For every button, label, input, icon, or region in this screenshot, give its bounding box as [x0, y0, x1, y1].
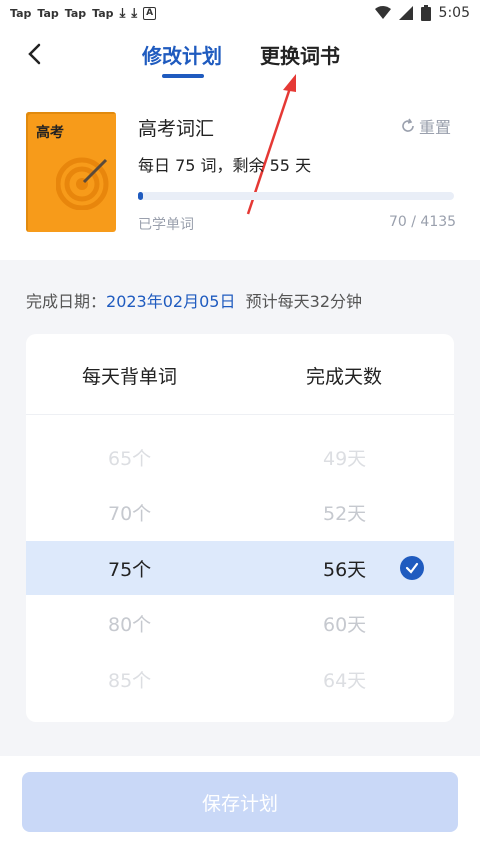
picker-row[interactable]: 80个 60天 — [26, 596, 454, 650]
selector-header: 每天背单词 完成天数 — [26, 334, 454, 415]
book-cover-label: 高考 — [36, 125, 64, 141]
notification-app-1: Tap — [10, 6, 32, 20]
signal-icon — [398, 6, 413, 20]
status-notifications: Tap Tap Tap Tap ⤓ ⤓ A — [10, 5, 157, 21]
estimate-text: 预计每天32分钟 — [245, 292, 363, 311]
daily-plan-text: 每日 75 词，剩余 55 天 — [138, 156, 312, 175]
picker-words: 65个 — [108, 447, 152, 470]
refresh-icon — [402, 118, 414, 132]
download-icon: ⤓ — [119, 5, 126, 21]
picker-row[interactable]: 85个 64天 — [26, 652, 454, 706]
status-system: 5:05 — [374, 5, 470, 21]
completion-date: 2023年02月05日 — [106, 292, 236, 311]
completion-info: 完成日期：2023年02月05日 预计每天32分钟 — [26, 288, 362, 312]
picker-days: 64天 — [323, 669, 367, 692]
learned-label: 已学单词 — [138, 217, 194, 233]
header-words-per-day: 每天背单词 — [82, 366, 178, 388]
picker-row[interactable]: 70个 52天 — [26, 485, 454, 539]
picker-row-selected[interactable]: 75个 56天 — [26, 541, 454, 595]
picker-words: 75个 — [108, 558, 152, 581]
reset-button[interactable]: 重置 — [400, 114, 451, 138]
status-bar: Tap Tap Tap Tap ⤓ ⤓ A 5:05 — [0, 0, 480, 26]
progress-fill — [138, 192, 144, 200]
picker-days: 52天 — [323, 502, 367, 525]
wordbook-title: 高考词汇 — [138, 118, 215, 140]
battery-icon — [420, 5, 431, 21]
notification-app-2: Tap — [37, 6, 59, 20]
plan-selector: 每天背单词 完成天数 65个 49天 70个 52天 75个 56天 80个 6… — [26, 334, 454, 722]
progress-bar — [138, 192, 454, 200]
a-icon: A — [143, 6, 157, 20]
wifi-icon — [374, 6, 391, 19]
picker-days: 49天 — [323, 447, 367, 470]
header-days: 完成天数 — [306, 366, 383, 388]
check-icon — [400, 556, 424, 580]
learned-count: 70 / 4135 — [389, 214, 457, 230]
status-time: 5:05 — [438, 5, 470, 21]
reset-label: 重置 — [419, 118, 452, 137]
book-cover[interactable]: 高考 — [26, 112, 116, 232]
notification-app-3: Tap — [64, 6, 87, 20]
picker-words: 80个 — [108, 613, 152, 636]
download-icon-2: ⤓ — [131, 5, 138, 21]
target-icon — [56, 157, 109, 210]
picker-words: 85个 — [108, 669, 152, 692]
picker-words: 70个 — [108, 502, 152, 525]
picker-days: 56天 — [323, 558, 367, 581]
save-plan-button[interactable]: 保存计划 — [22, 772, 458, 832]
picker-row[interactable]: 65个 49天 — [26, 430, 454, 484]
picker-days: 60天 — [323, 613, 367, 636]
notification-app-4: Tap — [92, 6, 114, 20]
completion-label: 完成日期： — [26, 292, 107, 311]
top-card: 修改计划 更换词书 高考 高考词汇 重置 每日 75 词，剩余 55 天 已学单… — [0, 26, 480, 260]
